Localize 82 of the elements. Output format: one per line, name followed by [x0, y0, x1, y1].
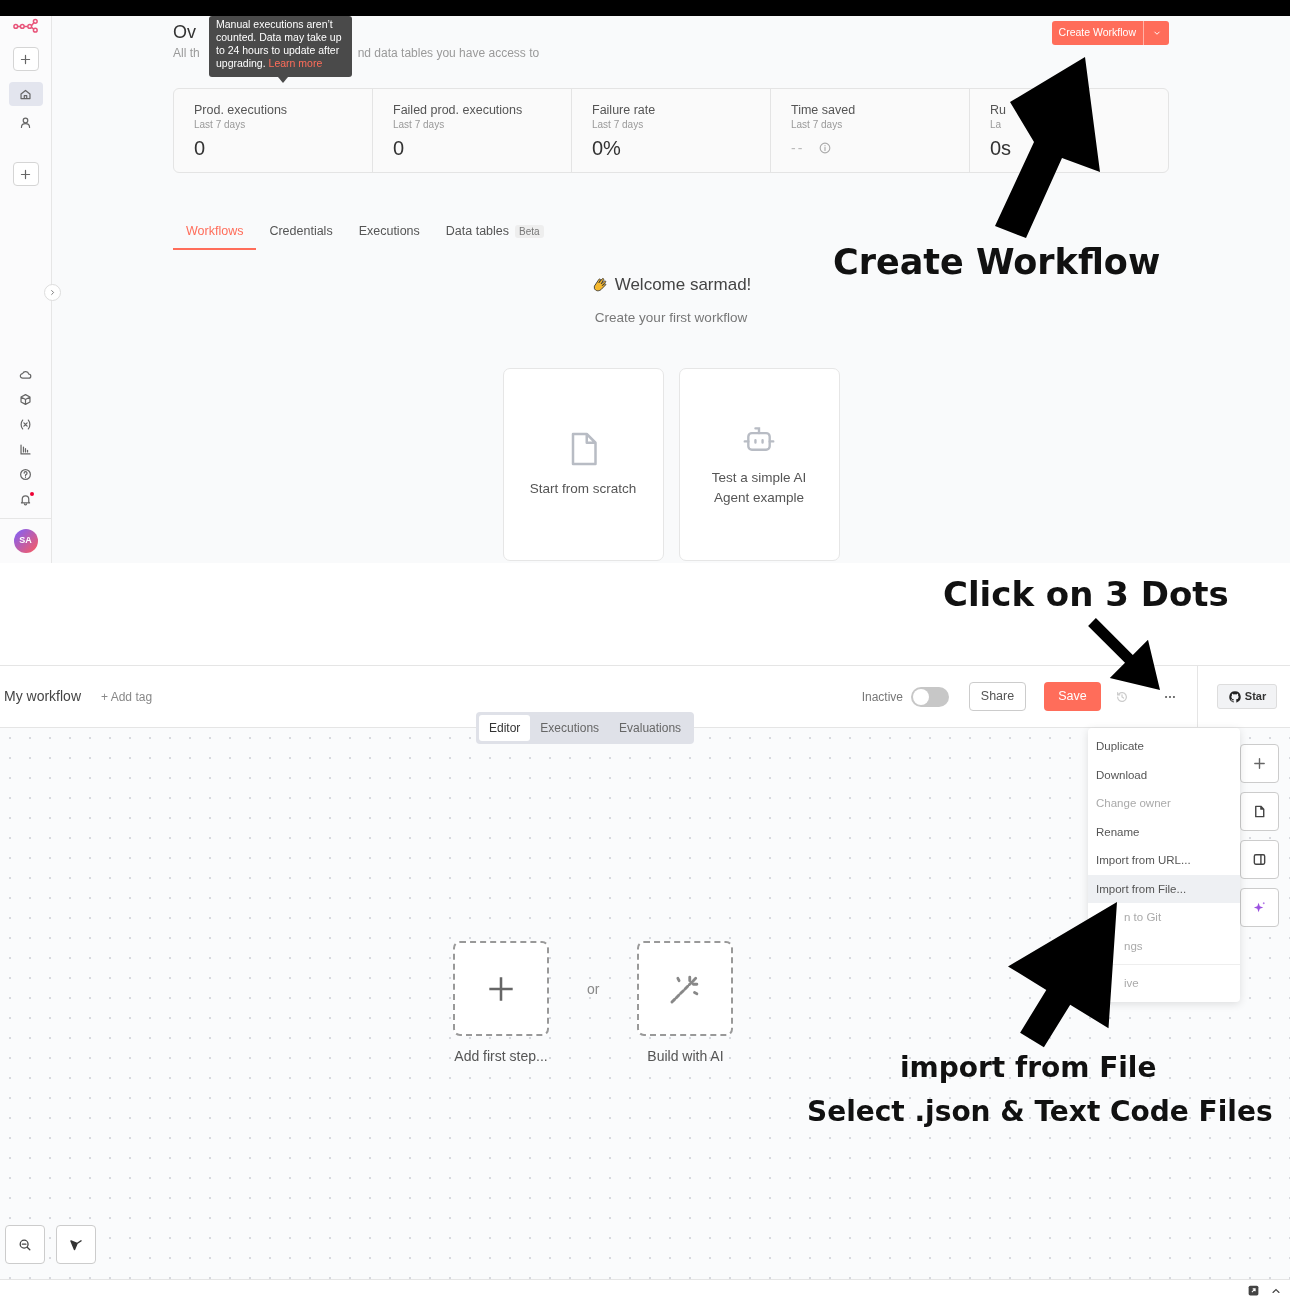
zoom-out-icon — [18, 1237, 32, 1252]
chevron-icon — [48, 288, 57, 297]
view-tab[interactable]: Executions — [530, 715, 610, 741]
star-button[interactable]: Star — [1217, 684, 1277, 709]
node-label: Build with AI — [647, 1047, 724, 1066]
card-label: Start from scratch — [529, 480, 637, 499]
tab[interactable]: Executions — [345, 219, 433, 251]
welcome-title: Welcome sarmad! — [614, 274, 752, 297]
tab[interactable]: Data tables Beta — [432, 219, 557, 251]
menu-item[interactable]: Duplicate — [1088, 732, 1240, 761]
menu-item[interactable]: Import from URL... — [1088, 846, 1240, 875]
plus-icon — [1252, 756, 1267, 771]
tooltip-text: Manual executions aren’t counted. Data may take up to 24 hours to update after upgrading. Learn more — [216, 18, 343, 70]
clear-canvas-button[interactable] — [56, 1225, 96, 1264]
page-subtitle: nd data tables you have access to — [357, 44, 540, 62]
view-tab[interactable]: Editor — [479, 715, 531, 741]
help-icon[interactable] — [19, 468, 32, 481]
annotation-caption: Create Workflow — [833, 245, 1161, 280]
stat-label: Ru — [990, 101, 1007, 118]
cloud-icon[interactable] — [19, 368, 32, 381]
active-toggle[interactable] — [911, 686, 949, 707]
sticky-note-button[interactable] — [1240, 792, 1279, 831]
separator-text: or — [587, 980, 600, 999]
start-option-card[interactable]: Start from scratch — [502, 367, 664, 561]
node-label: Add first step... — [454, 1047, 548, 1066]
stat-value: 0 — [393, 135, 405, 160]
annotation-caption: import from File — [900, 1054, 1157, 1082]
add-project-button[interactable] — [12, 162, 39, 186]
add-button[interactable] — [12, 47, 39, 71]
logo-icon[interactable] — [12, 18, 39, 33]
stat-label: Time saved — [791, 101, 857, 118]
stat-label: Failure rate — [592, 101, 657, 118]
stat-period: Last 7 days — [393, 117, 446, 132]
welcome-subtitle: Create your first workflow — [593, 308, 749, 327]
home-icon — [19, 87, 32, 101]
sparkle-icon — [1252, 900, 1267, 915]
tab[interactable]: Credentials — [256, 219, 346, 251]
page-subtitle: All th — [173, 44, 200, 62]
person-icon — [19, 115, 32, 129]
zoom-out-button[interactable] — [5, 1225, 45, 1264]
add-step-button[interactable] — [453, 941, 549, 1036]
stat-period: Last 7 days — [592, 117, 645, 132]
stat-period: Last 7 days — [791, 117, 844, 132]
caret-icon — [1151, 28, 1162, 38]
stat-label: Failed prod. executions — [393, 101, 524, 118]
start-option-card[interactable]: Test a simple AI Agent example — [678, 367, 840, 561]
stat-period: La — [990, 117, 1003, 132]
build-with-ai-button[interactable] — [637, 941, 734, 1036]
add-tag-button[interactable]: + Add tag — [101, 687, 153, 706]
card-label: Test a simple AI Agent example — [710, 469, 808, 508]
menu-item[interactable]: Rename — [1088, 817, 1240, 846]
pointer-arrow — [1088, 618, 1160, 690]
page-title: Ov — [173, 21, 196, 43]
workflow-name[interactable]: My workflow — [4, 686, 81, 707]
cube-icon[interactable] — [19, 393, 32, 406]
panel-icon — [1252, 852, 1267, 867]
popout-icon[interactable] — [1247, 1284, 1260, 1297]
github-icon — [1227, 689, 1242, 704]
view-tab[interactable]: Evaluations — [609, 715, 692, 741]
variables-icon[interactable] — [19, 418, 32, 431]
chart-icon[interactable] — [19, 443, 32, 456]
user-avatar[interactable]: SA — [13, 529, 38, 553]
plus-icon — [19, 167, 32, 181]
document-icon — [1252, 804, 1267, 819]
menu-item[interactable]: Import from File... — [1088, 874, 1240, 903]
share-button[interactable]: Share — [969, 682, 1026, 711]
menu-item[interactable]: Download — [1088, 760, 1240, 789]
beta-badge: Beta — [515, 224, 544, 238]
stat-value: 0% — [592, 135, 621, 160]
annotation-caption: Click on 3 Dots — [943, 577, 1229, 611]
stat-value: 0 — [194, 135, 206, 160]
stat-value: 0s — [990, 135, 1012, 160]
side-panel-button[interactable] — [1240, 840, 1279, 879]
notifications-icon[interactable] — [19, 493, 32, 506]
annotation-caption: Select .json & Text Code Files — [807, 1098, 1273, 1126]
plus-icon — [19, 52, 32, 66]
add-node-button[interactable] — [1240, 744, 1279, 783]
stat-label: Prod. executions — [194, 101, 289, 118]
stat-value: -- — [791, 138, 805, 158]
stat-period: Last 7 days — [194, 117, 247, 132]
toggle-label: Inactive — [861, 688, 903, 706]
sidebar-nav-item[interactable] — [8, 82, 43, 106]
